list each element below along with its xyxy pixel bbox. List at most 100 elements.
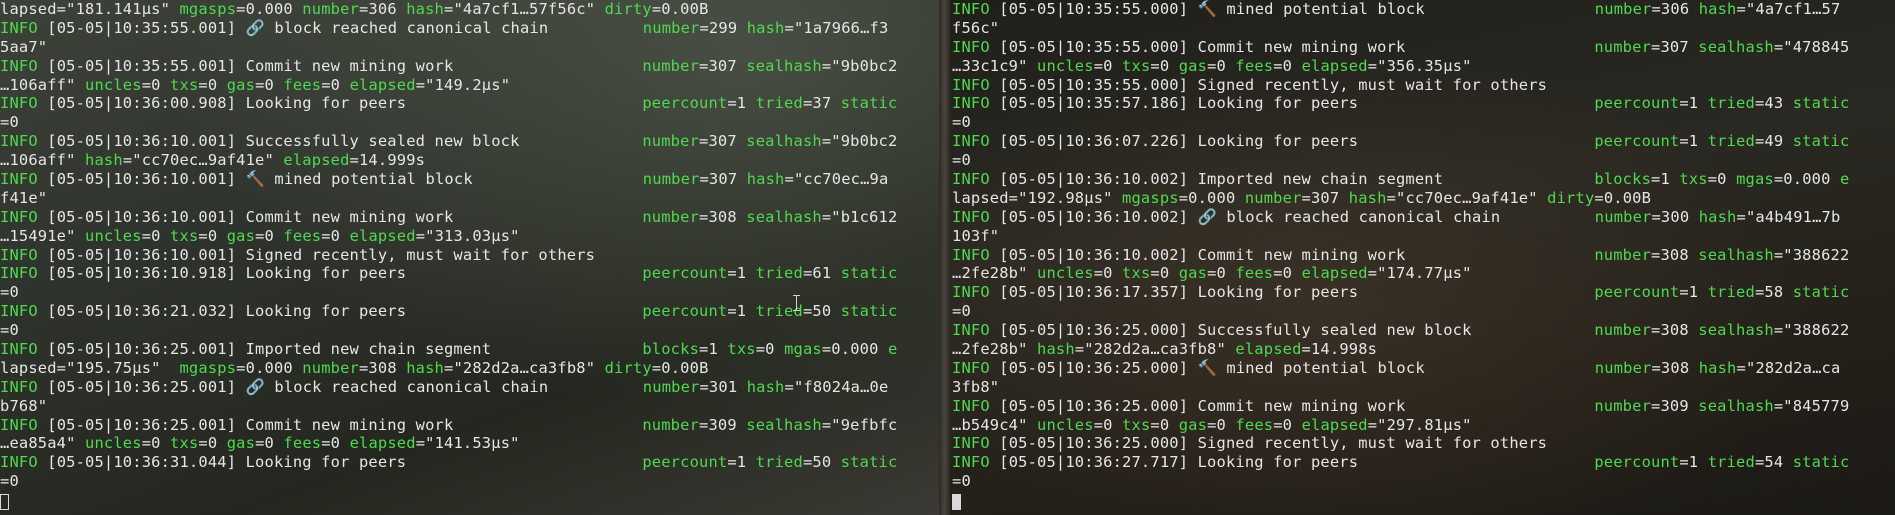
log-text: =0 — [0, 283, 19, 302]
log-line: INFO [05-05|10:35:55.000] 🔨 mined potent… — [952, 0, 1849, 19]
log-key: number — [1594, 207, 1652, 226]
log-key: INFO — [952, 434, 990, 453]
log-text: [05-05|10:36:25.000] Successfully sealed… — [989, 321, 1595, 340]
right-terminal-pane[interactable]: INFO [05-05|10:35:55.000] 🔨 mined potent… — [950, 0, 1895, 515]
log-line: =0 — [952, 472, 1849, 491]
log-line: …2fe28b" uncles=0 txs=0 gas=0 fees=0 ela… — [952, 264, 1849, 283]
log-text: lapsed="181.141µs" — [0, 0, 180, 18]
log-text: =300 — [1651, 207, 1699, 226]
log-key: number — [302, 0, 359, 18]
left-terminal-pane[interactable]: lapsed="181.141µs" mgasps=0.000 number=3… — [0, 0, 939, 515]
log-text: ="174.77µs" — [1367, 264, 1472, 283]
log-key: peercount — [1594, 132, 1680, 151]
log-text: ="297.81µs" — [1367, 415, 1472, 434]
log-key: tried — [1707, 453, 1755, 472]
log-text: =0 — [1093, 56, 1123, 75]
log-text: ="cc70ec…9a — [784, 170, 889, 189]
log-text: =0.00B — [651, 0, 709, 18]
log-key: INFO — [0, 302, 38, 321]
log-text: lapsed="195.75µs" — [0, 358, 180, 377]
log-key: number — [1594, 245, 1652, 264]
log-key: peercount — [642, 302, 728, 321]
log-line: =0 — [952, 113, 1849, 132]
log-key: number — [1594, 0, 1652, 18]
log-line: INFO [05-05|10:36:10.002] Imported new c… — [952, 170, 1849, 189]
log-text: =0 — [755, 340, 785, 359]
log-text: f41e" — [0, 188, 48, 207]
log-text: =0.00B — [1594, 188, 1652, 207]
log-text: =301 — [699, 377, 747, 396]
log-line: f41e" — [0, 189, 897, 208]
log-text: …b549c4" — [952, 415, 1038, 434]
log-key: mgasps — [1122, 188, 1179, 207]
log-key: static — [840, 264, 898, 283]
log-key: elapsed — [1301, 56, 1368, 75]
log-key: uncles — [85, 434, 142, 453]
log-text: =306 — [1651, 0, 1699, 18]
log-text: ="313.03µs" — [415, 226, 520, 245]
log-text: 103f" — [952, 226, 1000, 245]
log-text: [05-05|10:35:57.186] Looking for peers — [989, 94, 1595, 113]
log-text: =61 — [802, 264, 841, 283]
log-key: INFO — [952, 94, 990, 113]
log-key: INFO — [952, 245, 990, 264]
log-text: =0 — [1093, 264, 1123, 283]
log-line: INFO [05-05|10:35:55.001] 🔗 block reache… — [0, 19, 897, 38]
log-line: =0 — [0, 472, 897, 491]
log-key: INFO — [952, 283, 990, 302]
log-key: blocks — [1594, 170, 1652, 189]
log-text: ="4a7cf1…57f56c" — [444, 0, 605, 18]
log-key: number — [642, 207, 700, 226]
log-text: ="388622 — [1773, 321, 1850, 340]
log-key: gas — [226, 226, 256, 245]
log-text: ="a4b491…7b — [1736, 207, 1841, 226]
log-key: hash — [406, 358, 445, 377]
log-key: gas — [1178, 415, 1208, 434]
log-key: txs — [1679, 170, 1708, 189]
log-key: elapsed — [349, 226, 416, 245]
log-line: 5aa7" — [0, 38, 897, 57]
log-text: [05-05|10:36:31.044] Looking for peers — [37, 453, 643, 472]
pane-divider[interactable] — [939, 0, 950, 515]
log-key: static — [1792, 132, 1850, 151]
log-text: =299 — [699, 18, 747, 37]
log-key: tried — [755, 264, 803, 283]
log-text: =0 — [1207, 415, 1236, 434]
log-key: fees — [1235, 264, 1274, 283]
log-key: hash — [1348, 188, 1387, 207]
log-text: =307 — [1301, 188, 1349, 207]
log-key: uncles — [1037, 264, 1094, 283]
log-text: ="149.2µs" — [415, 75, 511, 94]
log-text: =0 — [952, 302, 971, 321]
log-key: peercount — [642, 264, 728, 283]
log-text: [05-05|10:35:55.000] Signed recently, mu… — [989, 75, 1548, 94]
left-terminal-output: lapsed="181.141µs" mgasps=0.000 number=3… — [0, 0, 897, 491]
log-text: =1 — [1651, 170, 1680, 189]
log-key: fees — [1235, 56, 1274, 75]
log-key: peercount — [642, 453, 728, 472]
log-text: =308 — [1651, 321, 1699, 340]
log-text: =308 — [1651, 245, 1699, 264]
log-key: number — [1594, 321, 1652, 340]
log-line: INFO [05-05|10:35:55.001] Commit new min… — [0, 57, 897, 76]
log-key: number — [642, 415, 700, 434]
log-text: [05-05|10:36:21.032] Looking for peers — [37, 302, 643, 321]
log-key: hash — [85, 151, 123, 170]
log-key: number — [1594, 37, 1652, 56]
log-text: =308 — [358, 358, 407, 377]
log-text: [05-05|10:36:10.001] Successfully sealed… — [37, 132, 643, 151]
log-key: INFO — [952, 0, 990, 18]
log-line: 3fb8" — [952, 378, 1849, 397]
log-text: =0 — [1273, 415, 1302, 434]
log-text: ="cc70ec…9af41e" — [1386, 188, 1548, 207]
log-key: fees — [283, 75, 322, 94]
log-text: [05-05|10:36:10.002] 🔗 block reached can… — [989, 207, 1595, 226]
log-text: =0 — [198, 226, 227, 245]
log-line: INFO [05-05|10:36:10.002] Commit new min… — [952, 246, 1849, 265]
log-line: INFO [05-05|10:36:25.001] Commit new min… — [0, 416, 897, 435]
log-text: =1 — [727, 453, 756, 472]
log-key: INFO — [0, 207, 38, 226]
log-text: =1 — [727, 94, 756, 113]
log-text: [05-05|10:35:55.000] 🔨 mined potential b… — [989, 0, 1595, 18]
log-text: =0 — [321, 75, 350, 94]
